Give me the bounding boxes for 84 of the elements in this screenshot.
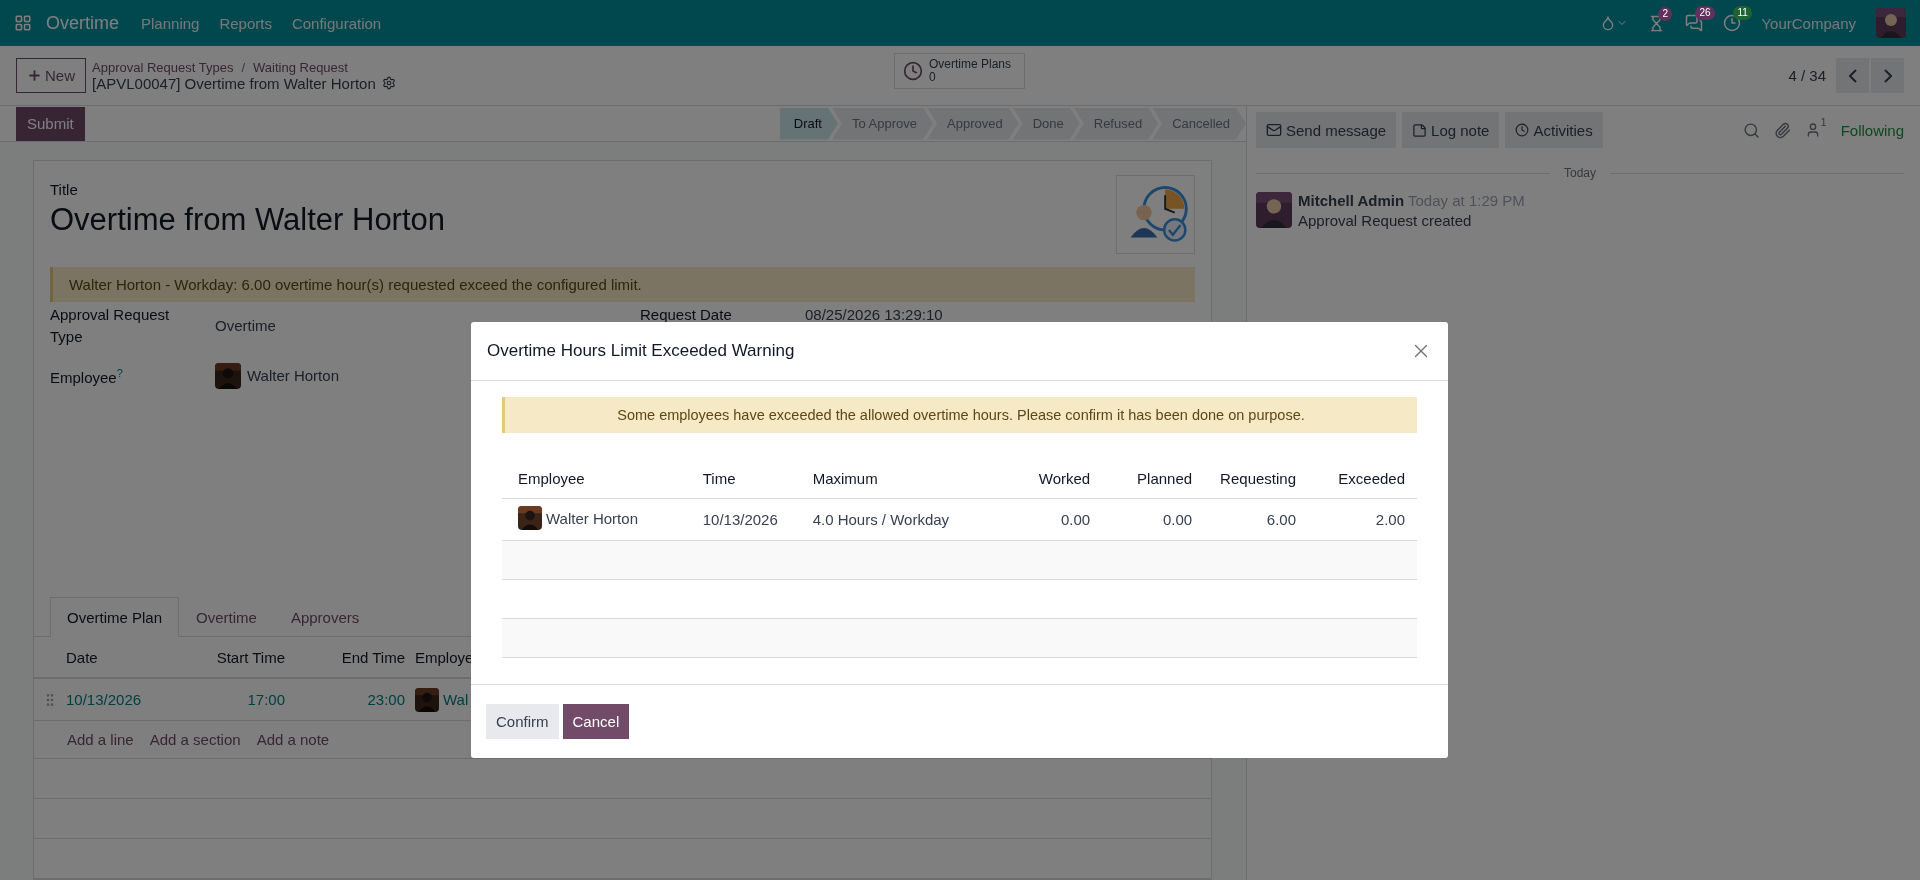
apps-menu-icon[interactable] bbox=[14, 14, 32, 32]
company-name[interactable]: YourCompany bbox=[1761, 14, 1856, 32]
column-header[interactable]: Date bbox=[66, 648, 190, 666]
dialog-button[interactable]: Confirm bbox=[486, 704, 559, 740]
form-tab[interactable]: Overtime bbox=[179, 597, 274, 637]
note-icon bbox=[1412, 122, 1428, 138]
message-body: Approval Request created bbox=[1298, 212, 1473, 229]
count-badge: 11 bbox=[1733, 6, 1752, 20]
column-header: Employee bbox=[502, 458, 687, 499]
droplet-icon[interactable] bbox=[1600, 15, 1629, 31]
breadcrumb-link[interactable]: Waiting Request bbox=[253, 59, 348, 75]
clock-icon bbox=[903, 61, 923, 81]
column-header: Maximum bbox=[796, 458, 1000, 499]
column-header: Exceeded bbox=[1308, 458, 1417, 499]
field-label: Request Date bbox=[640, 305, 733, 325]
table-cell: 4.0 Hours / Workday bbox=[796, 498, 1000, 541]
add-link[interactable]: Add a note bbox=[256, 731, 330, 748]
record-title: [APVL00047] Overtime from Walter Horton bbox=[92, 74, 376, 92]
clock-person-drawing[interactable] bbox=[1116, 175, 1195, 254]
status-stage[interactable]: To Approve bbox=[831, 107, 933, 140]
table-cell: 0.00 bbox=[1102, 498, 1205, 541]
field-value[interactable]: Walter Horton bbox=[247, 364, 339, 387]
next-button[interactable] bbox=[1871, 58, 1904, 93]
app-name[interactable]: Overtime bbox=[46, 12, 119, 34]
column-header[interactable]: Start Time bbox=[190, 648, 285, 666]
table-cell: Wal bbox=[443, 691, 469, 708]
breadcrumb-link[interactable]: Approval Request Types bbox=[92, 59, 234, 75]
table-cell-text: 10/13/2026 bbox=[66, 691, 143, 708]
table-cell: 6.00 bbox=[1204, 498, 1308, 541]
search-icon[interactable] bbox=[1742, 121, 1760, 139]
table-cell-text: 17:00 bbox=[246, 691, 285, 708]
warning-alert: Some employees have exceeded the allowed overtime hours. Please confirm it has been done on purpose. bbox=[502, 396, 1417, 433]
table-cell: 10/13/2026 bbox=[686, 498, 797, 541]
dialog-title: Overtime Hours Limit Exceeded Warning bbox=[487, 340, 795, 361]
add-link[interactable]: Add a line bbox=[67, 731, 134, 748]
column-header[interactable]: End Time bbox=[285, 648, 405, 666]
previous-button[interactable] bbox=[1836, 58, 1869, 93]
menu-item[interactable]: Reports bbox=[219, 14, 272, 32]
menu-item[interactable]: Configuration bbox=[291, 14, 382, 32]
plus-icon bbox=[27, 68, 42, 83]
date-divider: Today bbox=[1256, 166, 1904, 180]
stat-button[interactable]: Overtime Plans 0 bbox=[894, 53, 1025, 89]
count-badge: 26 bbox=[1695, 6, 1715, 20]
submit-button[interactable]: Submit bbox=[16, 106, 85, 141]
field-value[interactable]: 08/25/2026 13:29:10 bbox=[805, 304, 1195, 326]
clock-icon bbox=[1515, 123, 1530, 137]
title-field[interactable]: Overtime from Walter Horton bbox=[50, 202, 446, 238]
field-label: Approval Request Type bbox=[50, 305, 171, 347]
chevron-right-icon bbox=[1883, 68, 1892, 83]
status-stage[interactable]: Draft bbox=[779, 107, 838, 140]
chatter-button[interactable]: Send message bbox=[1256, 112, 1397, 148]
table-cell: 0.00 bbox=[999, 498, 1103, 541]
form-tab[interactable]: Approvers bbox=[273, 597, 377, 637]
pager-value: 4 / 34 bbox=[1788, 67, 1826, 84]
dialog-button[interactable]: Cancel bbox=[562, 704, 630, 740]
chevron-left-icon bbox=[1848, 68, 1857, 83]
title-label: Title bbox=[50, 181, 79, 198]
chatter-button[interactable]: Activities bbox=[1505, 112, 1603, 148]
new-button[interactable]: New bbox=[16, 58, 86, 93]
status-stage[interactable]: Cancelled bbox=[1152, 107, 1246, 140]
settings-icon[interactable] bbox=[381, 76, 396, 90]
breadcrumb-separator: / bbox=[241, 59, 246, 75]
following-button[interactable]: Following bbox=[1840, 121, 1904, 139]
chat-icon[interactable] bbox=[1685, 14, 1704, 32]
envelope-icon bbox=[1266, 122, 1282, 138]
form-tab[interactable]: Overtime Plan bbox=[50, 597, 180, 637]
add-link[interactable]: Add a section bbox=[149, 731, 241, 748]
paperclip-icon[interactable] bbox=[1773, 121, 1791, 139]
field-label: Employee$^{?}$ bbox=[50, 366, 124, 388]
column-header: Time bbox=[686, 458, 797, 499]
chatter-button[interactable]: Log note bbox=[1402, 112, 1500, 148]
column-header: Planned bbox=[1102, 458, 1205, 499]
status-stage[interactable]: Approved bbox=[927, 107, 1019, 140]
count-badge: 2 bbox=[1658, 6, 1673, 21]
column-header: Worked bbox=[999, 458, 1103, 499]
warning-alert: Walter Horton - Workday: 6.00 overtime hour(s) requested exceed the configured limit. bbox=[50, 267, 1195, 302]
status-stage[interactable]: Refused bbox=[1073, 107, 1159, 140]
table-cell: 2.00 bbox=[1308, 498, 1417, 541]
table-cell-text: 23:00 bbox=[366, 691, 405, 708]
table-cell: Walter Horton bbox=[546, 509, 638, 527]
clock-icon[interactable] bbox=[1723, 14, 1742, 32]
column-header: Requesting bbox=[1204, 458, 1308, 499]
menu-item[interactable]: Planning bbox=[141, 14, 200, 32]
status-stage[interactable]: Done bbox=[1012, 107, 1080, 140]
